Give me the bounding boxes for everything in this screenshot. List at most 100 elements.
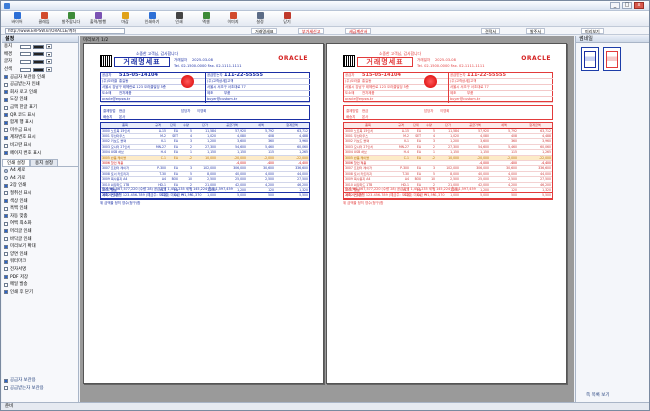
checkbox[interactable] xyxy=(4,97,8,102)
checkbox[interactable] xyxy=(4,199,8,204)
setting-option[interactable]: 양면 인쇄 xyxy=(2,250,78,258)
setting-option[interactable]: 흑백 인쇄 xyxy=(2,205,78,213)
dropdown-arrow-icon[interactable]: ▾ xyxy=(46,51,53,57)
toolbar-button-8[interactable]: 이미지 xyxy=(221,12,245,26)
checkbox[interactable] xyxy=(4,259,8,264)
document-tab-4[interactable]: 발주서 xyxy=(526,28,546,34)
checkbox[interactable] xyxy=(4,206,8,211)
maximize-button[interactable]: □ xyxy=(622,2,632,9)
toolbar-button-9[interactable]: 설정 xyxy=(248,12,272,26)
setting-option[interactable]: A4 가로 xyxy=(2,175,78,183)
link-supplier-copy[interactable]: 공급자 보관용 xyxy=(2,377,79,385)
document-tab-2[interactable]: 세금계산서 xyxy=(345,28,372,34)
setting-option[interactable]: 자동 맞춤 xyxy=(2,212,78,220)
setting-option[interactable]: 전자서명 xyxy=(2,266,78,274)
toolbar-button-6[interactable]: 인쇄 xyxy=(167,12,191,26)
setting-option[interactable]: 미리보기 확대 xyxy=(2,243,78,251)
setting-option[interactable]: 공급자 보관용 인쇄 xyxy=(2,73,78,81)
document-tab-1[interactable]: 부가세신고 xyxy=(298,28,325,34)
color-swatch[interactable] xyxy=(20,52,31,57)
setting-option[interactable]: 2장 인쇄 xyxy=(2,182,78,190)
toolbar-button-7[interactable]: 엑셀 xyxy=(194,12,218,26)
color-swatch[interactable] xyxy=(33,67,44,72)
setting-option[interactable]: 용지 ▾ xyxy=(2,43,78,51)
color-swatch[interactable] xyxy=(33,44,44,49)
setting-option[interactable]: 회사 로고 인쇄 xyxy=(2,89,78,97)
dropdown-arrow-icon[interactable]: ▾ xyxy=(46,67,53,73)
radio-button[interactable] xyxy=(4,176,8,181)
link-buyer-copy[interactable]: 공급받는자 보관용 xyxy=(2,384,79,392)
checkbox[interactable] xyxy=(4,113,8,118)
checkbox[interactable] xyxy=(4,275,8,280)
color-swatch[interactable] xyxy=(33,52,44,57)
toolbar-button-10[interactable]: 닫기 xyxy=(275,12,299,26)
toolbar-button-3[interactable]: 출력/발행 xyxy=(86,12,110,26)
checkbox[interactable] xyxy=(4,237,8,242)
address-input[interactable]: http://www.ERPSW.kr/ORACLE/계좌 xyxy=(5,28,125,34)
toolbar-button-5[interactable]: 인쇄하기 xyxy=(140,12,164,26)
setting-option[interactable]: 머리글 인쇄 xyxy=(2,228,78,236)
setting-option[interactable]: 합계 행 표시 xyxy=(2,119,78,127)
checkbox[interactable] xyxy=(4,90,8,95)
setting-option[interactable]: 비고란 표시 xyxy=(2,142,78,150)
checkbox[interactable] xyxy=(4,128,8,133)
minimize-button[interactable]: _ xyxy=(610,2,620,9)
thumbnail-page-1[interactable] xyxy=(581,47,599,71)
checkbox[interactable] xyxy=(4,135,8,140)
setting-option[interactable]: 색상 인쇄 xyxy=(2,197,78,205)
setting-option[interactable]: 글자 ▾ xyxy=(2,58,78,66)
setting-option[interactable]: 여백 최소화 xyxy=(2,220,78,228)
document-tab-0[interactable]: 거래명세표 xyxy=(251,28,278,34)
close-button[interactable]: x xyxy=(634,2,644,9)
dropdown-arrow-icon[interactable]: ▾ xyxy=(46,44,53,50)
setting-option[interactable]: 워터마크 xyxy=(2,258,78,266)
preview-page-2[interactable]: 소중한 고객님, 감사합니다 거래명세표 거래일자 2025-03-08 Tel. 02… xyxy=(326,43,567,384)
page-list-link[interactable]: 쪽 목록 보기 xyxy=(586,392,610,398)
checkbox[interactable] xyxy=(4,252,8,257)
checkbox[interactable] xyxy=(4,75,8,80)
setting-option[interactable]: PDF 저장 xyxy=(2,273,78,281)
checkbox[interactable] xyxy=(4,229,8,234)
setting-option[interactable]: 배경 ▾ xyxy=(2,51,78,59)
tab-paper-settings[interactable]: 용지 설정 xyxy=(30,158,58,166)
print-preview[interactable]: 미리보기 1/2 소중한 고객님, 감사합니다 거래명세표 거래일자 2025-03-… xyxy=(80,36,574,402)
document-tab-5[interactable]: 미리보기 xyxy=(581,28,604,34)
setting-option[interactable]: 페이지 번호 표시 xyxy=(2,149,78,157)
setting-option[interactable]: 미수금 표시 xyxy=(2,127,78,135)
checkbox[interactable] xyxy=(4,267,8,272)
document-tab-3[interactable]: 견적서 xyxy=(481,28,501,34)
toolbar-button-4[interactable]: 마감 xyxy=(113,12,137,26)
checkbox[interactable] xyxy=(4,244,8,249)
checkbox[interactable] xyxy=(4,82,8,87)
color-swatch[interactable] xyxy=(20,59,31,64)
setting-option[interactable]: A4 세로 xyxy=(2,167,78,175)
setting-option[interactable]: 메일 발송 xyxy=(2,281,78,289)
dropdown-arrow-icon[interactable]: ▾ xyxy=(46,59,53,65)
color-swatch[interactable] xyxy=(20,67,31,72)
checkbox[interactable] xyxy=(4,282,8,287)
toolbar-button-2[interactable]: 발주합니다 xyxy=(59,12,83,26)
checkbox[interactable] xyxy=(4,221,8,226)
color-swatch[interactable] xyxy=(20,44,31,49)
thumbnail-page-2[interactable] xyxy=(603,47,621,71)
toolbar-button-0[interactable]: 바이어 xyxy=(5,12,29,26)
setting-option[interactable]: 공급받는자 인쇄 xyxy=(2,81,78,89)
checkbox[interactable] xyxy=(4,183,8,188)
setting-option[interactable]: 금액 한글 표기 xyxy=(2,104,78,112)
setting-option[interactable]: 절취선 표시 xyxy=(2,190,78,198)
checkbox[interactable] xyxy=(4,290,8,295)
checkbox[interactable] xyxy=(4,214,8,219)
toolbar-button-1[interactable]: 클레임 xyxy=(32,12,56,26)
setting-option[interactable]: 바닥글 인쇄 xyxy=(2,235,78,243)
checkbox[interactable] xyxy=(4,105,8,110)
tab-print-settings[interactable]: 인쇄 설정 xyxy=(2,158,30,166)
setting-option[interactable]: 선색 ▾ xyxy=(2,66,78,74)
checkbox[interactable] xyxy=(4,143,8,148)
setting-option[interactable]: 인쇄 후 닫기 xyxy=(2,288,78,296)
checkbox[interactable] xyxy=(4,191,8,196)
setting-option[interactable]: 도장 인쇄 xyxy=(2,96,78,104)
preview-page-1[interactable]: 소중한 고객님, 감사합니다 거래명세표 거래일자 2025-03-08 Tel. 02… xyxy=(83,43,324,384)
setting-option[interactable]: QR 코드 표시 xyxy=(2,111,78,119)
color-swatch[interactable] xyxy=(33,59,44,64)
checkbox[interactable] xyxy=(4,120,8,125)
